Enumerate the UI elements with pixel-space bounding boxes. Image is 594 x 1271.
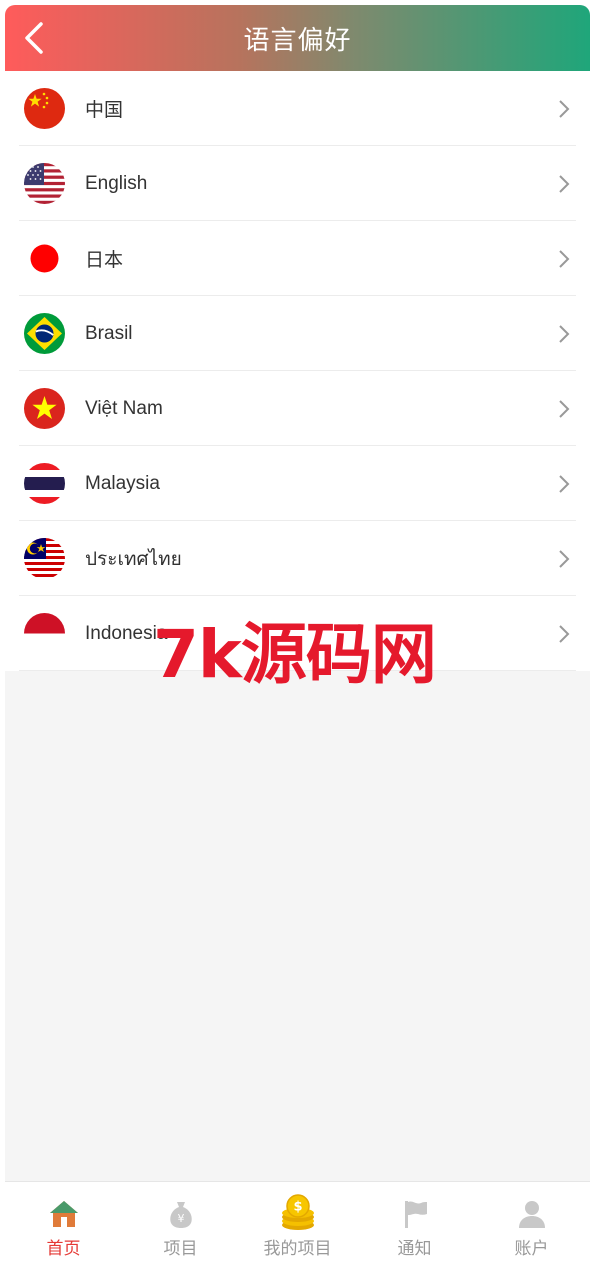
usa-flag-icon bbox=[24, 163, 65, 204]
tab-account[interactable]: 账户 bbox=[473, 1182, 590, 1271]
header-bar: 语言偏好 bbox=[5, 5, 590, 71]
language-label: Indonesia bbox=[85, 622, 168, 644]
language-list: 中国 English 日本 Brasil Việt Nam Malaysia ป… bbox=[5, 71, 590, 671]
chevron-right-icon bbox=[559, 324, 570, 343]
thailand-flag-icon bbox=[24, 463, 65, 504]
language-item-malaysia[interactable]: Malaysia bbox=[5, 446, 590, 521]
chevron-right-icon bbox=[559, 549, 570, 568]
money-bag-icon: ¥ bbox=[165, 1198, 197, 1230]
chevron-right-icon bbox=[559, 399, 570, 418]
vietnam-flag-icon bbox=[24, 388, 65, 429]
japan-flag-icon bbox=[24, 238, 65, 279]
tab-label: 账户 bbox=[514, 1239, 549, 1259]
home-icon bbox=[48, 1198, 80, 1230]
chevron-right-icon bbox=[559, 99, 570, 118]
language-label: English bbox=[85, 172, 148, 194]
indonesia-flag-icon bbox=[24, 613, 65, 654]
user-icon bbox=[516, 1198, 548, 1230]
tab-home[interactable]: 首页 bbox=[5, 1182, 122, 1271]
coin-stack-icon: $ bbox=[279, 1194, 317, 1232]
svg-text:$: $ bbox=[293, 1200, 302, 1215]
tab-label: 我的项目 bbox=[263, 1239, 332, 1259]
chevron-right-icon bbox=[559, 174, 570, 193]
svg-text:¥: ¥ bbox=[177, 1212, 184, 1225]
language-item-brazil[interactable]: Brasil bbox=[5, 296, 590, 371]
language-item-china[interactable]: 中国 bbox=[5, 71, 590, 146]
tab-notifications[interactable]: 通知 bbox=[356, 1182, 473, 1271]
language-label: Brasil bbox=[85, 322, 133, 344]
tab-label: 项目 bbox=[163, 1239, 198, 1259]
china-flag-icon bbox=[24, 88, 65, 129]
tab-label: 首页 bbox=[46, 1239, 81, 1259]
language-label: 日本 bbox=[85, 250, 124, 271]
app-screen: 语言偏好 中国 English 日本 Brasil Việt Nam Malay… bbox=[5, 5, 590, 1271]
flag-icon bbox=[399, 1198, 431, 1230]
tab-label: 通知 bbox=[397, 1239, 432, 1259]
language-label: 中国 bbox=[85, 100, 124, 121]
bottom-tab-bar: 首页 ¥ 项目 $ 我的项目 通知 账户 bbox=[5, 1181, 590, 1271]
language-label: Việt Nam bbox=[85, 397, 163, 419]
language-item-indonesia[interactable]: Indonesia bbox=[5, 596, 590, 671]
tab-projects[interactable]: ¥ 项目 bbox=[122, 1182, 239, 1271]
language-item-english[interactable]: English bbox=[5, 146, 590, 221]
language-item-vietnam[interactable]: Việt Nam bbox=[5, 371, 590, 446]
language-item-japan[interactable]: 日本 bbox=[5, 221, 590, 296]
chevron-right-icon bbox=[559, 474, 570, 493]
page-title: 语言偏好 bbox=[243, 25, 352, 56]
back-button[interactable] bbox=[17, 19, 53, 57]
chevron-left-icon bbox=[25, 22, 43, 54]
chevron-right-icon bbox=[559, 249, 570, 268]
chevron-right-icon bbox=[559, 624, 570, 643]
malaysia-flag-icon bbox=[24, 538, 65, 579]
language-label: Malaysia bbox=[85, 472, 160, 494]
brazil-flag-icon bbox=[24, 313, 65, 354]
tab-my-projects[interactable]: $ 我的项目 bbox=[239, 1182, 356, 1271]
language-label: ประเทศไทย bbox=[85, 548, 182, 570]
language-item-thailand[interactable]: ประเทศไทย bbox=[5, 521, 590, 596]
